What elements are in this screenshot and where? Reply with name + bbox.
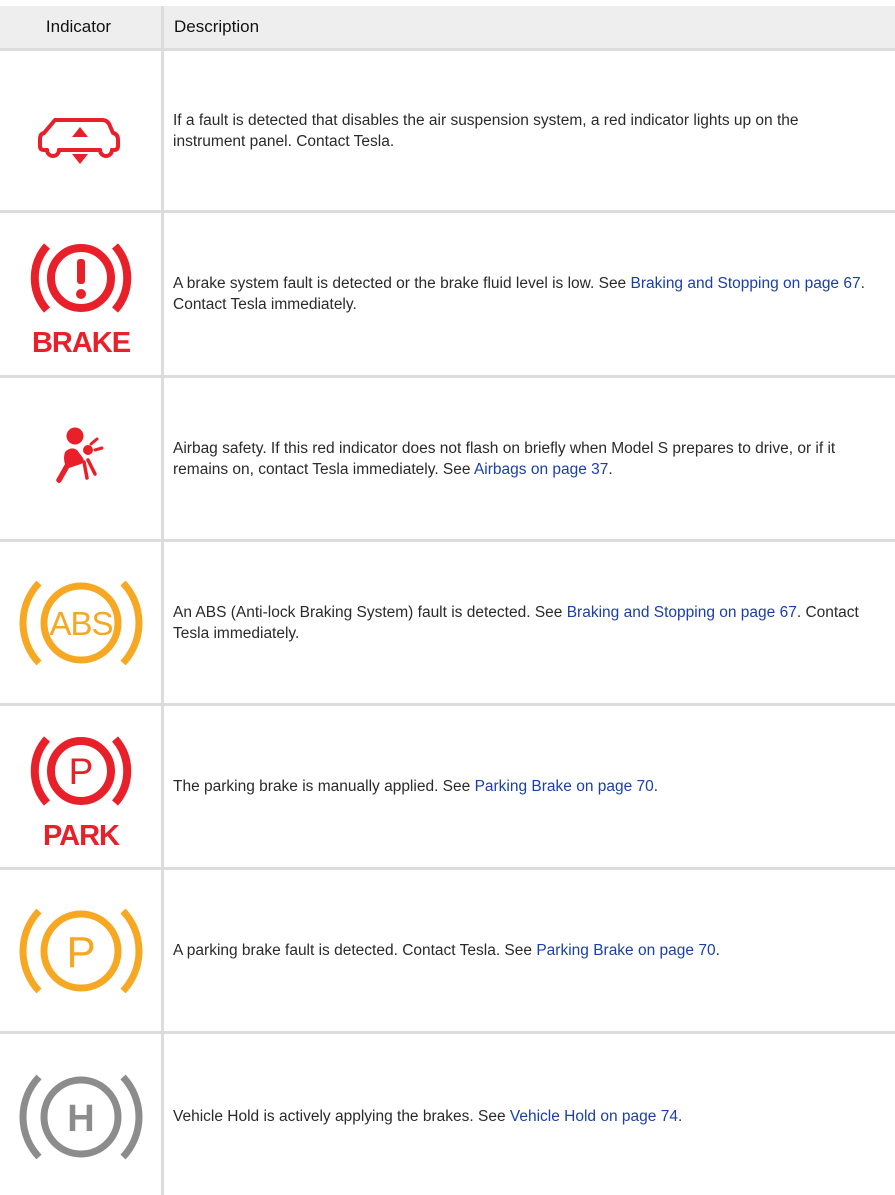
table-header: Indicator Description [0,6,895,51]
braking-and-stopping-link[interactable]: Braking and Stopping on page 67 [631,275,861,292]
row-description: An ABS (Anti-lock Braking System) fault … [173,602,865,644]
row-description: Airbag safety. If this red indicator doe… [173,438,865,480]
row-description: A parking brake fault is detected. Conta… [173,940,720,961]
braking-and-stopping-link[interactable]: Braking and Stopping on page 67 [567,604,797,621]
table-row: P PARK The parking brake is manually app… [0,706,895,870]
brake-warning-icon: BRAKE [30,243,131,359]
row-description: Vehicle Hold is actively applying the br… [173,1106,682,1127]
park-fault-icon-letter: P [66,928,95,977]
parking-brake-link[interactable]: Parking Brake on page 70 [475,778,654,795]
description-text: If a fault is detected that disables the… [173,111,799,150]
description-text: . [608,460,613,478]
row-description: A brake system fault is detected or the … [173,273,865,315]
table-row: ABS An ABS (Anti-lock Braking System) fa… [0,542,895,706]
description-text: A parking brake fault is detected. Conta… [173,942,537,959]
indicator-table-page: Indicator Description If a fault is dete… [0,0,895,1195]
table-row: P A parking brake fault is detected. Con… [0,870,895,1034]
table-row: Airbag safety. If this red indicator doe… [0,378,895,542]
abs-fault-icon: ABS [19,580,142,665]
parking-brake-link[interactable]: Parking Brake on page 70 [536,942,715,959]
park-icon-letter: P [68,751,93,792]
abs-icon-text: ABS [49,605,112,642]
description-text: An ABS (Anti-lock Braking System) fault … [173,603,567,621]
indicator-column-header: Indicator [0,6,164,48]
table-row: If a fault is detected that disables the… [0,51,895,213]
air-suspension-fault-icon [37,117,120,164]
indicator-table: Indicator Description If a fault is dete… [0,6,895,1195]
description-text: . [653,778,659,795]
table-row: H Vehicle Hold is actively applying the … [0,1034,895,1195]
vehicle-hold-link[interactable]: Vehicle Hold on page 74 [510,1108,678,1125]
airbag-icon [55,427,103,483]
vehicle-hold-icon-letter: H [67,1098,94,1140]
row-description: If a fault is detected that disables the… [173,110,865,152]
airbags-link[interactable]: Airbags on page 37 [474,461,608,478]
row-description: The parking brake is manually applied. S… [173,776,658,797]
description-text: The parking brake is manually applied. S… [173,778,475,795]
description-text: . [715,942,720,959]
table-row: BRAKE A brake system fault is detected o… [0,213,895,378]
brake-icon-text: BRAKE [31,327,130,359]
park-brake-icon: P PARK [30,735,131,852]
description-column-header: Description [174,17,260,36]
park-brake-fault-icon: P [19,908,142,993]
park-icon-text: PARK [42,820,119,852]
description-text: Vehicle Hold is actively applying the br… [173,1108,510,1125]
description-text: A brake system fault is detected or the … [173,275,631,292]
vehicle-hold-icon: H [19,1074,142,1159]
description-text: . [677,1108,683,1125]
